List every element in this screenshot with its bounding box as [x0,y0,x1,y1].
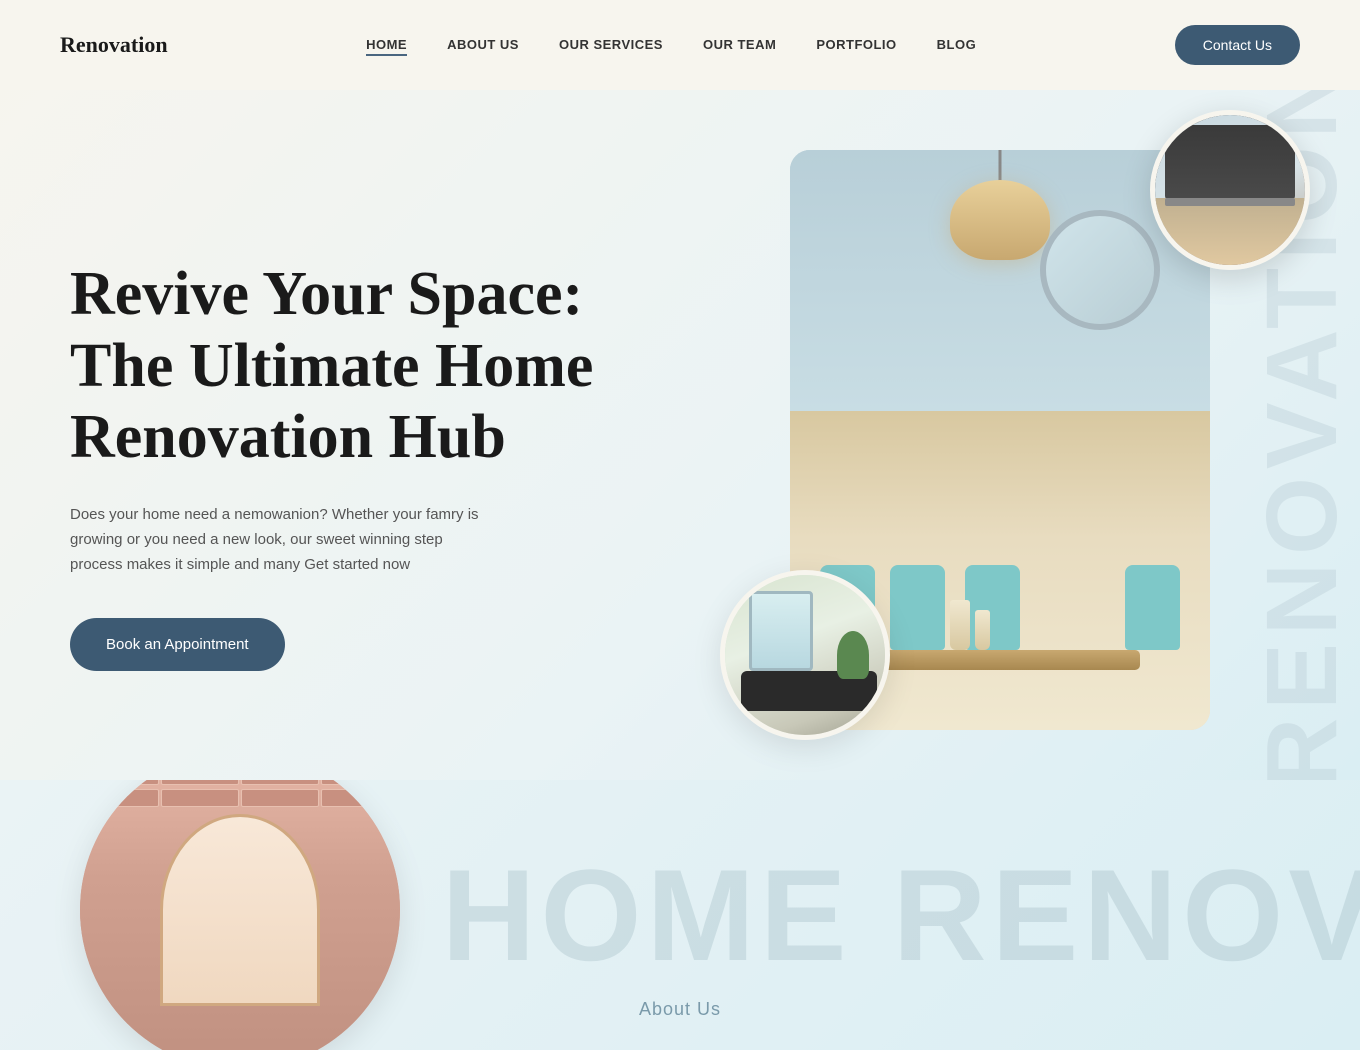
bottom-decorative-circle [80,780,400,1050]
brick [161,789,239,807]
lamp-cord [999,150,1002,182]
brick-row-1 [80,780,400,784]
contact-button[interactable]: Contact Us [1175,25,1300,65]
lamp-shade [950,180,1050,260]
brick [161,780,239,785]
dining-table [860,650,1140,670]
chair-4 [1125,565,1180,650]
brick [241,780,319,785]
nav-blog[interactable]: BLOG [937,37,977,52]
home-renovation-watermark: HOME RENOV [442,840,1360,990]
brick [241,789,319,807]
nav-team[interactable]: OUR TEAM [703,37,776,52]
nav-links: HOME ABOUT US OUR SERVICES OUR TEAM PORT… [366,36,976,54]
brick-scene [80,780,400,1050]
about-us-label[interactable]: About Us [639,999,721,1020]
brick [321,789,399,807]
nav-portfolio[interactable]: PORTFOLIO [816,37,896,52]
nav-logo[interactable]: Renovation [60,32,168,58]
nav-about[interactable]: ABOUT US [447,37,519,52]
brick [81,789,159,807]
nav-home[interactable]: HOME [366,37,407,56]
circle-image-top [1150,110,1310,270]
chair-2 [890,565,945,650]
wall-mirror [1040,210,1160,330]
chair-3 [965,565,1020,650]
brick-row-2 [80,788,400,806]
circle-image-bottom [720,570,890,740]
hero-content: Revive Your Space: The Ultimate Home Ren… [0,199,600,670]
vase-1 [950,600,970,650]
nav-services[interactable]: OUR SERVICES [559,37,663,52]
book-appointment-button[interactable]: Book an Appointment [70,618,285,671]
navbar: Renovation HOME ABOUT US OUR SERVICES OU… [0,0,1360,90]
hero-description: Does your home need a nemowanion? Whethe… [70,503,490,577]
arch [160,814,320,1006]
living-scene [725,575,885,735]
brick [81,780,159,785]
brick [321,780,399,785]
bottom-section: HOME RENOV About Us [0,780,1360,1050]
kitchen-scene [1155,115,1305,265]
hero-section: Revive Your Space: The Ultimate Home Ren… [0,0,1360,780]
vase-2 [975,610,990,650]
hero-title: Revive Your Space: The Ultimate Home Ren… [70,259,600,473]
hero-images [790,110,1260,750]
